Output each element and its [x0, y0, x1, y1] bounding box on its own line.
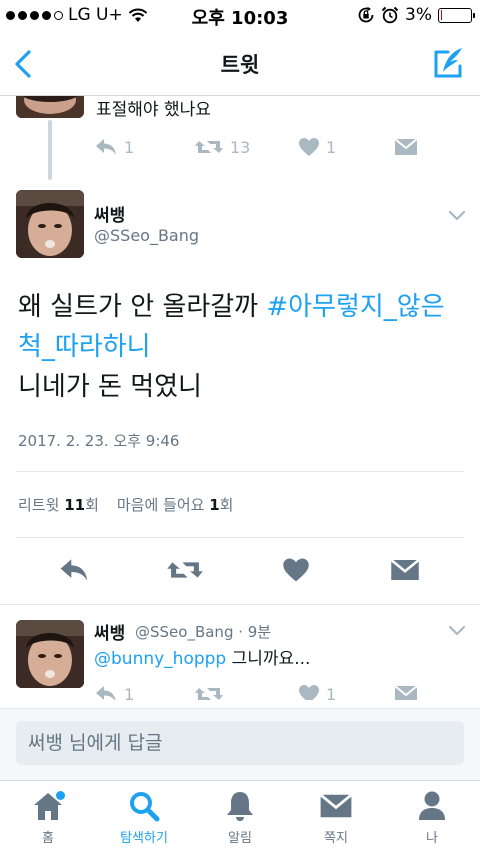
heart-icon[interactable] [282, 556, 310, 584]
person-icon [419, 791, 445, 820]
retweet-stat[interactable]: 리트윗 11회 [18, 494, 99, 515]
main-tweet-timestamp: 2017. 2. 23. 오후 9:46 [18, 432, 180, 450]
reply-tweet-text: @bunny_hoppp 그니까요... [94, 644, 310, 669]
mention-link[interactable]: @bunny_hoppp [94, 649, 226, 669]
parent-like-count: 1 [326, 137, 337, 157]
main-tweet-text-body: 왜 실트가 안 올라갈까 [18, 292, 267, 322]
reply-tweet-actions: 1 1 [0, 680, 480, 700]
page-title: 트윗 [220, 53, 260, 77]
chevron-down-icon[interactable] [448, 210, 466, 222]
main-tweet-text-tail: 니네가 돈 먹였니 [18, 372, 202, 402]
navigation-bar: 트윗 [0, 32, 480, 96]
main-tweet-actions [0, 556, 480, 586]
envelope-icon [319, 793, 353, 818]
tab-messages[interactable]: 쪽지 [288, 789, 384, 846]
retweet-icon [195, 141, 223, 153]
parent-tweet-actions: 1 13 1 [94, 137, 434, 161]
envelope-icon[interactable] [390, 556, 420, 584]
heart-icon [299, 138, 319, 156]
status-bar: LG U+ 오후 10:03 3% [0, 0, 480, 32]
retweet-stat-label: 리트윗 [18, 496, 60, 514]
like-stat-unit: 회 [219, 496, 234, 514]
parent-like-button[interactable]: 1 [298, 137, 336, 157]
retweet-stat-value: 11 [64, 496, 86, 514]
tab-label-messages: 쪽지 [324, 831, 348, 846]
tab-bar: 홈 탐색하기 알림 쪽지 나 [0, 780, 480, 852]
battery-icon [438, 7, 475, 23]
thread-connector-line [48, 120, 52, 180]
reply-tweet-handle-time[interactable]: @SSeo_Bang · 9분 [135, 621, 271, 642]
tweet-separator [0, 604, 480, 605]
reply-icon [96, 139, 116, 155]
envelope-icon [394, 685, 418, 700]
battery-percent: 3% [405, 5, 432, 25]
heart-icon [299, 685, 319, 700]
like-stat-value: 1 [209, 496, 220, 514]
main-tweet-text: 왜 실트가 안 올라갈까 #아무렇지_않은척_따라하니 니네가 돈 먹였니 [18, 287, 468, 407]
status-right: 3% [357, 5, 475, 25]
reply-reply-count: 1 [124, 684, 135, 701]
reply-retweet-button[interactable] [194, 684, 224, 700]
parent-tweet-avatar[interactable] [16, 96, 84, 118]
notification-dot [56, 791, 65, 800]
retweet-stat-unit: 회 [85, 496, 99, 514]
compose-tweet-icon[interactable] [428, 44, 468, 84]
reply-dm-button[interactable] [394, 684, 418, 700]
alarm-icon [381, 6, 399, 24]
tab-home[interactable]: 홈 [0, 789, 96, 846]
reply-like-button[interactable]: 1 [298, 684, 336, 700]
main-tweet-avatar[interactable] [16, 190, 84, 258]
parent-reply-button[interactable]: 1 [94, 137, 134, 157]
reply-reply-button[interactable]: 1 [94, 684, 134, 700]
divider [16, 471, 464, 472]
reply-like-count: 1 [326, 684, 337, 701]
main-tweet-author-name[interactable]: 써뱅 [94, 201, 125, 226]
envelope-icon [394, 138, 418, 155]
parent-retweet-count: 13 [230, 137, 251, 157]
chevron-down-icon[interactable] [448, 625, 466, 637]
parent-tweet-text: 표절해야 했나요 [96, 100, 211, 120]
tab-notifications[interactable]: 알림 [192, 789, 288, 846]
parent-reply-count: 1 [124, 137, 135, 157]
tab-label-home: 홈 [42, 831, 54, 846]
tab-label-notifications: 알림 [228, 831, 252, 846]
parent-dm-button[interactable] [394, 137, 418, 157]
tab-label-search: 탐색하기 [120, 831, 168, 846]
reply-tweet-body: 그니까요... [226, 649, 311, 669]
like-stat[interactable]: 마음에 들어요 1회 [117, 494, 234, 515]
divider [16, 537, 464, 538]
reply-composer-bar [0, 708, 480, 780]
rotation-lock-icon [358, 6, 374, 23]
bell-icon [227, 792, 253, 821]
main-tweet-author-handle[interactable]: @SSeo_Bang [94, 226, 199, 245]
like-stat-label: 마음에 들어요 [116, 496, 205, 514]
reply-tweet-avatar[interactable] [16, 620, 84, 688]
reply-icon[interactable] [58, 556, 90, 584]
reply-actions-row: 1 1 [94, 684, 434, 700]
reply-tweet-author-name[interactable]: 써뱅 [94, 619, 125, 644]
search-icon [130, 792, 160, 822]
tab-me[interactable]: 나 [384, 789, 480, 846]
battery-fill [440, 10, 442, 20]
retweet-icon[interactable] [166, 556, 204, 584]
tweet-stats: 리트윗 11회 마음에 들어요 1회 [18, 494, 233, 515]
reply-icon [96, 686, 116, 700]
tab-search[interactable]: 탐색하기 [96, 789, 192, 846]
retweet-icon [195, 688, 223, 700]
reply-input[interactable] [16, 721, 464, 765]
parent-retweet-button[interactable]: 13 [194, 137, 250, 157]
tab-label-me: 나 [426, 831, 438, 846]
